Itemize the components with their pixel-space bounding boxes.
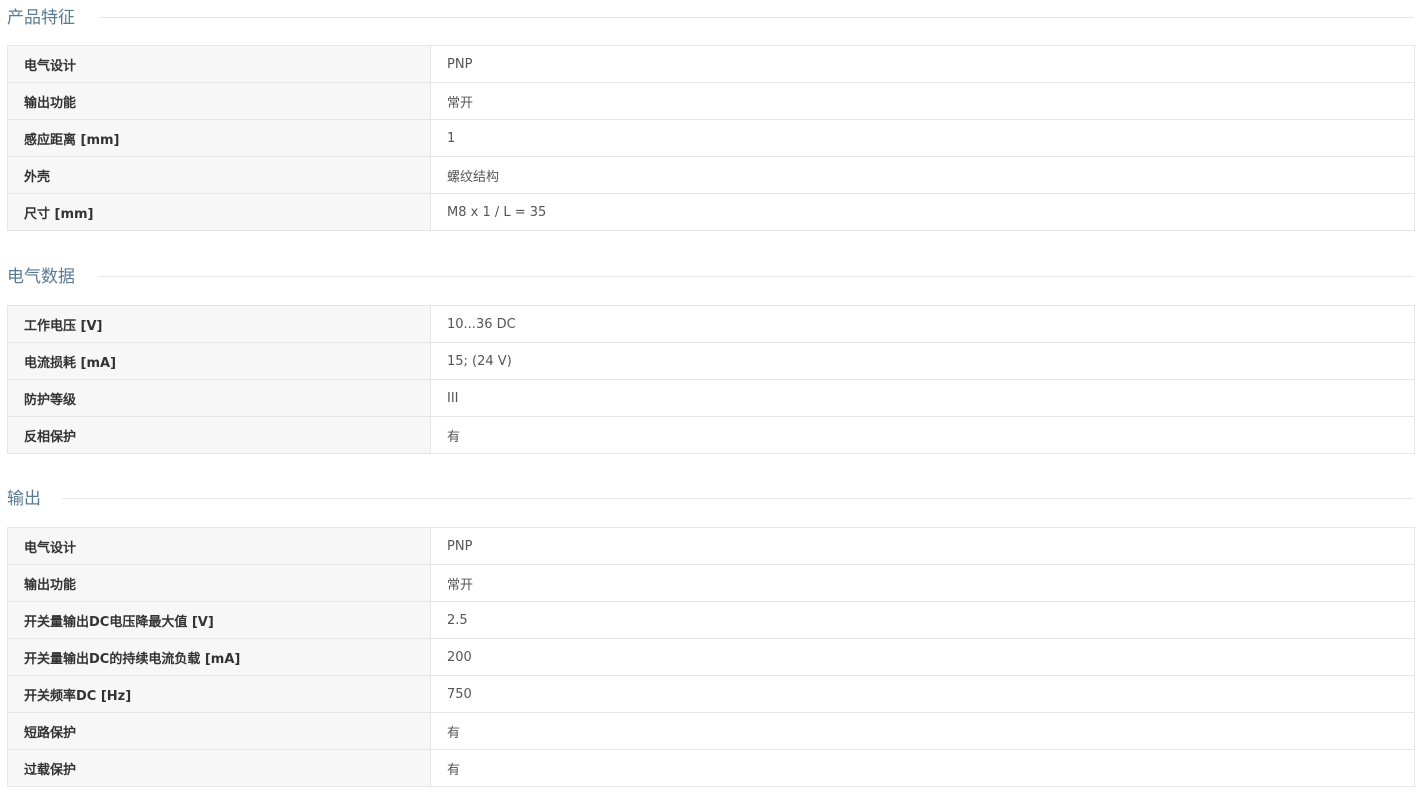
spec-table-output: 电气设计 PNP 输出功能 常开 开关量输出DC电压降最大值 [V] 2.5 开… bbox=[7, 527, 1415, 787]
section-title-electrical-data: 电气数据 bbox=[7, 267, 75, 287]
table-row: 电流损耗 [mA] 15; (24 V) bbox=[7, 342, 1415, 380]
spec-value: 有 bbox=[430, 712, 1415, 750]
spec-label: 反相保护 bbox=[7, 416, 431, 454]
spec-value: 常开 bbox=[430, 82, 1415, 120]
table-row: 开关量输出DC电压降最大值 [V] 2.5 bbox=[7, 601, 1415, 639]
section-title-product-features: 产品特征 bbox=[7, 8, 75, 28]
spec-label: 外壳 bbox=[7, 156, 431, 194]
spec-label: 防护等级 bbox=[7, 379, 431, 417]
spec-value: 常开 bbox=[430, 564, 1415, 602]
table-row: 输出功能 常开 bbox=[7, 82, 1415, 120]
spec-label: 过载保护 bbox=[7, 749, 431, 787]
table-row: 开关频率DC [Hz] 750 bbox=[7, 675, 1415, 713]
section-divider bbox=[99, 276, 1414, 277]
spec-value: 2.5 bbox=[430, 601, 1415, 639]
spec-label: 电流损耗 [mA] bbox=[7, 342, 431, 380]
table-row: 电气设计 PNP bbox=[7, 45, 1415, 83]
spec-label: 感应距离 [mm] bbox=[7, 119, 431, 157]
spec-table-electrical-data: 工作电压 [V] 10...36 DC 电流损耗 [mA] 15; (24 V)… bbox=[7, 305, 1415, 454]
spec-value: III bbox=[430, 379, 1415, 417]
spec-value: PNP bbox=[430, 527, 1415, 565]
spec-value: 有 bbox=[430, 749, 1415, 787]
spec-label: 开关频率DC [Hz] bbox=[7, 675, 431, 713]
spec-value: 1 bbox=[430, 119, 1415, 157]
spec-label: 电气设计 bbox=[7, 527, 431, 565]
spec-value: 15; (24 V) bbox=[430, 342, 1415, 380]
spec-label: 短路保护 bbox=[7, 712, 431, 750]
table-row: 过载保护 有 bbox=[7, 749, 1415, 787]
product-spec-page: 产品特征 电气设计 PNP 输出功能 常开 感应距离 [mm] 1 外壳 螺纹结… bbox=[0, 0, 1422, 807]
table-row: 外壳 螺纹结构 bbox=[7, 156, 1415, 194]
table-row: 防护等级 III bbox=[7, 379, 1415, 417]
table-row: 输出功能 常开 bbox=[7, 564, 1415, 602]
spec-label: 输出功能 bbox=[7, 82, 431, 120]
spec-value: 10...36 DC bbox=[430, 305, 1415, 343]
table-row: 工作电压 [V] 10...36 DC bbox=[7, 305, 1415, 343]
spec-value: PNP bbox=[430, 45, 1415, 83]
section-divider bbox=[62, 498, 1414, 499]
spec-label: 开关量输出DC电压降最大值 [V] bbox=[7, 601, 431, 639]
spec-value: 螺纹结构 bbox=[430, 156, 1415, 194]
spec-label: 输出功能 bbox=[7, 564, 431, 602]
table-row: 感应距离 [mm] 1 bbox=[7, 119, 1415, 157]
table-row: 电气设计 PNP bbox=[7, 527, 1415, 565]
spec-value: 750 bbox=[430, 675, 1415, 713]
spec-label: 尺寸 [mm] bbox=[7, 193, 431, 231]
spec-table-product-features: 电气设计 PNP 输出功能 常开 感应距离 [mm] 1 外壳 螺纹结构 尺寸 … bbox=[7, 45, 1415, 231]
table-row: 反相保护 有 bbox=[7, 416, 1415, 454]
spec-label: 开关量输出DC的持续电流负载 [mA] bbox=[7, 638, 431, 676]
spec-label: 工作电压 [V] bbox=[7, 305, 431, 343]
table-row: 开关量输出DC的持续电流负载 [mA] 200 bbox=[7, 638, 1415, 676]
table-row: 短路保护 有 bbox=[7, 712, 1415, 750]
spec-value: 200 bbox=[430, 638, 1415, 676]
section-divider bbox=[99, 17, 1414, 18]
spec-value: M8 x 1 / L = 35 bbox=[430, 193, 1415, 231]
spec-value: 有 bbox=[430, 416, 1415, 454]
spec-label: 电气设计 bbox=[7, 45, 431, 83]
section-title-output: 输出 bbox=[7, 489, 41, 509]
table-row: 尺寸 [mm] M8 x 1 / L = 35 bbox=[7, 193, 1415, 231]
